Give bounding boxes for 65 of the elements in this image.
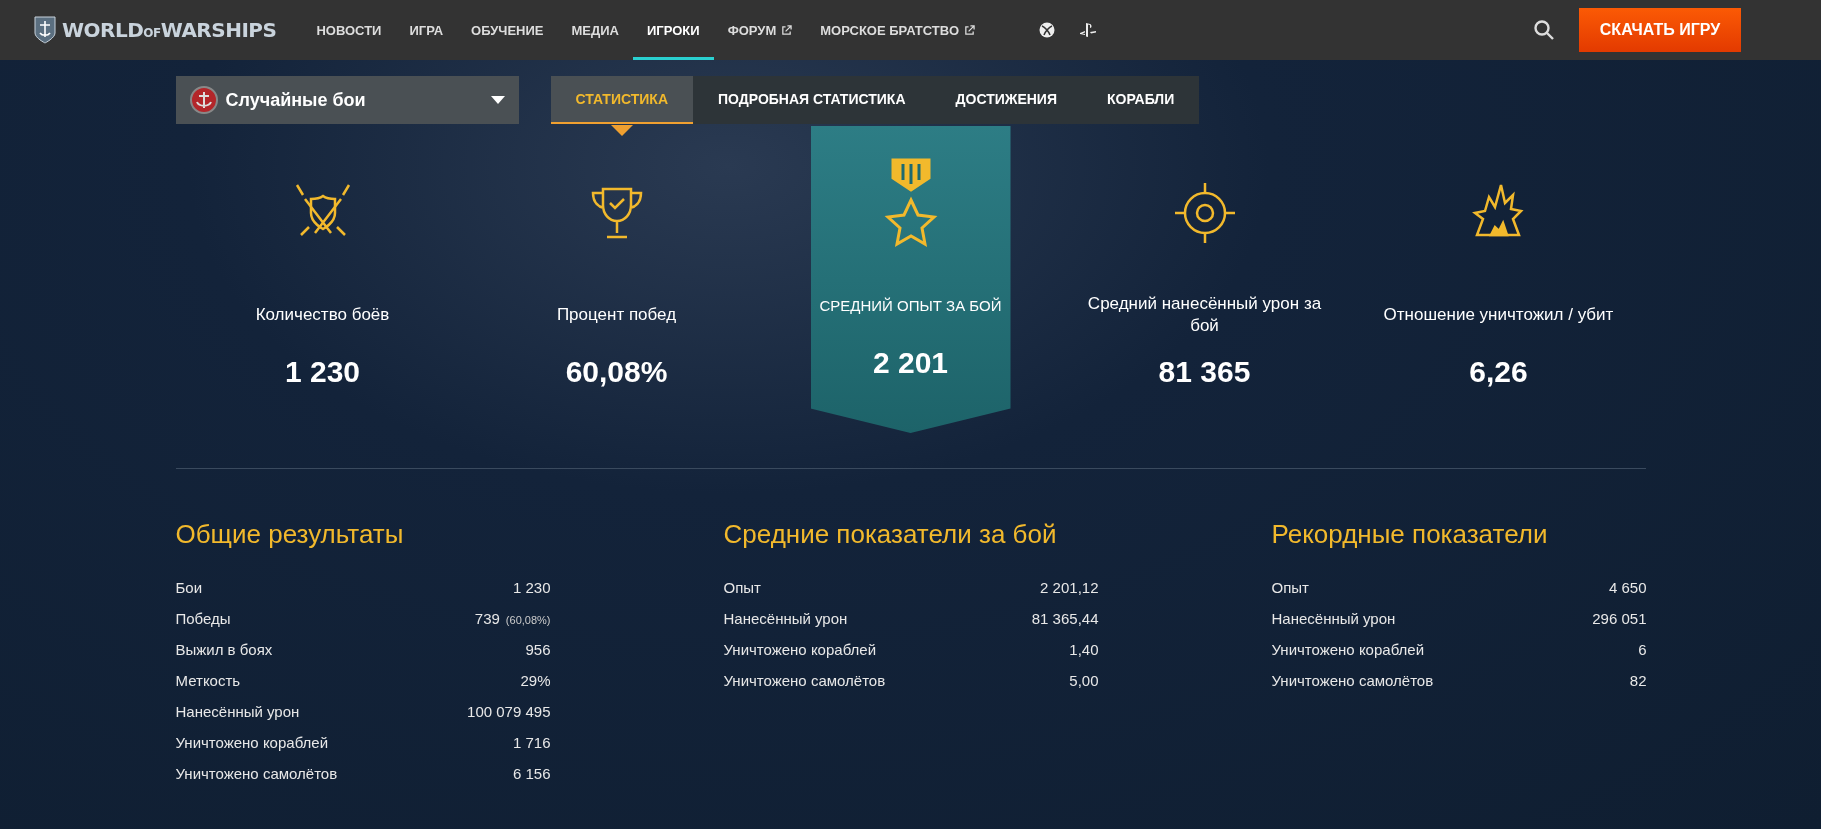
section-title: Общие результаты [175, 519, 405, 550]
stat-name: Уничтожено кораблей [175, 734, 329, 751]
tab[interactable]: СТАТИСТИКА [550, 76, 693, 124]
nav-link[interactable]: НОВОСТИ [302, 0, 396, 60]
stat-number: 1 230 [512, 579, 551, 596]
stat-number: 956 [525, 641, 551, 658]
stat-number: 2 201,12 [1040, 579, 1099, 596]
tab-pointer-arrow [610, 125, 633, 136]
stat-value: 60,08% [565, 355, 668, 389]
nav-link[interactable]: МЕДИА [557, 0, 633, 60]
stat-number: 81 365,44 [1031, 610, 1099, 627]
stat-label: Средний нанесённый урон за бой [1086, 292, 1323, 337]
stat-number: 29% [520, 672, 551, 689]
tab[interactable]: КОРАБЛИ [1082, 76, 1200, 124]
nav-link[interactable]: ФОРУМ [713, 0, 807, 60]
section-title: Средние показатели за бой [723, 519, 1058, 550]
stat-name: Опыт [723, 579, 761, 596]
stat-name: Победы [175, 610, 231, 627]
stat-name: Опыт [1271, 579, 1309, 596]
nav-link[interactable]: ОБУЧЕНИЕ [457, 0, 558, 60]
ship-shield-icon [34, 16, 56, 44]
section-title: Рекордные показатели [1271, 519, 1549, 550]
stat-number: 739 [474, 610, 500, 627]
nav-link[interactable]: ИГРА [395, 0, 458, 60]
stat-number: 82 [1629, 672, 1647, 689]
stat-value: 1 230 [284, 355, 361, 389]
stat-name: Уничтожено самолётов [175, 765, 338, 782]
stat-name: Нанесённый урон [723, 610, 848, 627]
stat-name: Уничтожено кораблей [1271, 641, 1425, 658]
percent-note: (60,08%) [505, 614, 551, 626]
stat-label: СРЕДНИЙ ОПЫТ ЗА БОЙ [819, 296, 1002, 317]
stat-label: Количество боёв [255, 303, 390, 326]
stat-number: 1 716 [512, 734, 551, 751]
stat-name: Уничтожено самолётов [1271, 672, 1434, 689]
crosshair-icon [1172, 181, 1237, 245]
tab[interactable]: ПОДРОБНАЯ СТАТИСТИКА [693, 76, 931, 124]
stat-value: 6,26 [1469, 355, 1528, 389]
battle-mode-dropdown[interactable]: Случайные бои [175, 76, 519, 124]
anchor-badge-icon [189, 86, 218, 114]
stat-name: Бои [175, 579, 203, 596]
stat-name: Уничтожено самолётов [723, 672, 886, 689]
stat-label: Процент побед [556, 303, 677, 326]
stat-number: 5,00 [1069, 672, 1099, 689]
tab[interactable]: ДОСТИЖЕНИЯ [930, 76, 1082, 124]
stat-name: Нанесённый урон [175, 703, 300, 720]
stat-number: 6 156 [512, 765, 551, 782]
logo-wordmark[interactable]: WORLDOFWARSHIPS [62, 18, 277, 42]
stat-name: Нанесённый урон [1271, 610, 1396, 627]
stat-number: 100 079 495 [467, 703, 551, 720]
stat-number: 4 650 [1608, 579, 1647, 596]
stat-name: Меткость [175, 672, 241, 689]
xbox-logo-icon[interactable] [1039, 22, 1055, 38]
download-game-button[interactable]: СКАЧАТЬ ИГРУ [1579, 8, 1741, 52]
stat-value: 2 201 [872, 346, 949, 380]
stat-value: 81 365 [1158, 355, 1251, 389]
stat-name: Выжил в боях [175, 641, 273, 658]
caret-icon [490, 96, 505, 104]
nav-link[interactable]: ИГРОКИ [633, 0, 714, 60]
search-icon[interactable] [1533, 19, 1555, 41]
stat-number: 6 [1638, 641, 1647, 658]
stat-number: 1,40 [1069, 641, 1099, 658]
stat-label: Отношение уничтожил / убит [1383, 303, 1614, 326]
nav-link[interactable]: МОРСКОЕ БРАТСТВО [806, 0, 989, 60]
stat-name: Уничтожено кораблей [723, 641, 877, 658]
stat-number: 296 051 [1592, 610, 1647, 627]
